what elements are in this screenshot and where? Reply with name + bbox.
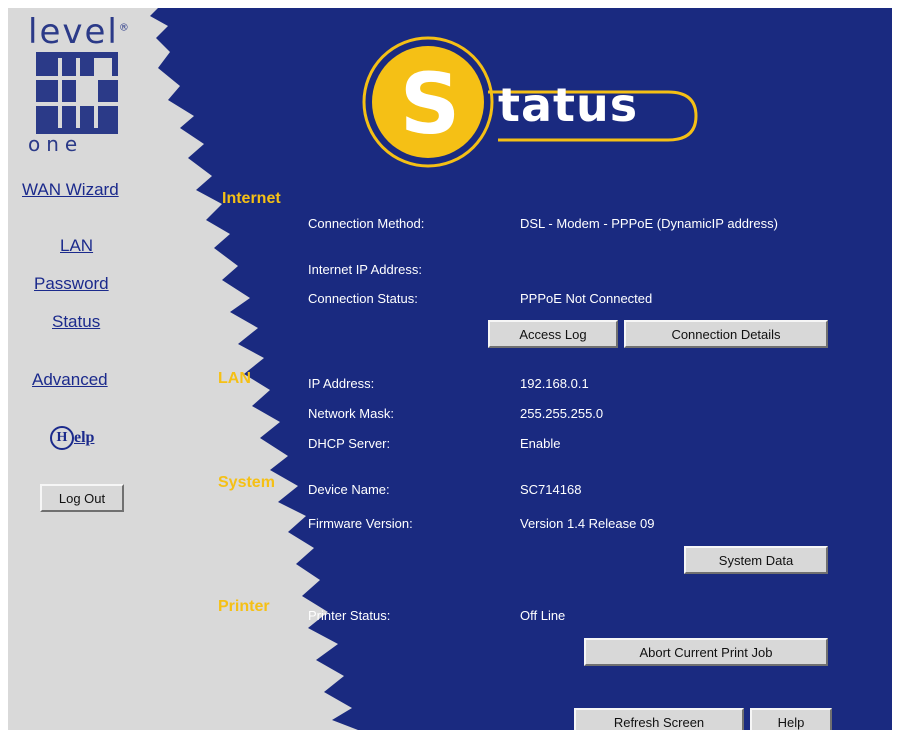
level-one-logo-icon xyxy=(36,52,118,134)
refresh-screen-button[interactable]: Refresh Screen xyxy=(574,708,744,730)
network-mask-value: 255.255.255.0 xyxy=(520,406,604,421)
nav-advanced-link[interactable]: Advanced xyxy=(32,370,108,390)
status-page: level® one WAN Wizard LAN Password Statu… xyxy=(8,8,892,730)
connection-method-value: DSL - Modem - PPPoE (DynamicIP address) xyxy=(520,216,778,231)
printer-status-label: Printer Status: xyxy=(308,608,391,623)
help-button[interactable]: Help xyxy=(750,708,832,730)
dhcp-server-label: DHCP Server: xyxy=(308,436,391,451)
printer-heading: Printer xyxy=(218,598,270,615)
nav-status-link[interactable]: Status xyxy=(52,312,100,332)
connection-method-label: Connection Method: xyxy=(308,216,425,231)
connection-status-label: Connection Status: xyxy=(308,291,418,306)
help-icon: H xyxy=(50,426,74,450)
device-name-label: Device Name: xyxy=(308,482,390,497)
device-name-value: SC714168 xyxy=(520,482,582,497)
internet-ip-label: Internet IP Address: xyxy=(308,262,422,277)
internet-heading: Internet xyxy=(222,190,281,207)
help-label: elp xyxy=(74,429,95,446)
lan-ip-value: 192.168.0.1 xyxy=(520,376,589,391)
help-link[interactable]: H elp xyxy=(50,426,94,450)
lan-heading: LAN xyxy=(218,370,251,387)
printer-status-value: Off Line xyxy=(520,608,566,623)
status-banner-title: tatus xyxy=(498,78,639,132)
lan-ip-label: IP Address: xyxy=(308,376,375,391)
logo-level-text: level® xyxy=(28,12,131,52)
nav-lan-link[interactable]: LAN xyxy=(60,236,93,256)
system-data-button[interactable]: System Data xyxy=(684,546,828,574)
network-mask-label: Network Mask: xyxy=(308,406,394,421)
system-heading: System xyxy=(218,474,275,491)
status-banner-letter: S xyxy=(399,55,461,153)
firmware-version-value: Version 1.4 Release 09 xyxy=(520,516,655,531)
abort-print-job-button[interactable]: Abort Current Print Job xyxy=(584,638,828,666)
logout-button[interactable]: Log Out xyxy=(40,484,124,512)
logo-one-text: one xyxy=(28,132,84,156)
access-log-button[interactable]: Access Log xyxy=(488,320,618,348)
dhcp-server-value: Enable xyxy=(520,436,561,451)
firmware-version-label: Firmware Version: xyxy=(308,516,413,531)
nav-password-link[interactable]: Password xyxy=(34,274,109,294)
connection-status-value: PPPoE Not Connected xyxy=(520,291,653,306)
nav-wan-wizard-link[interactable]: WAN Wizard xyxy=(22,180,119,200)
connection-details-button[interactable]: Connection Details xyxy=(624,320,828,348)
